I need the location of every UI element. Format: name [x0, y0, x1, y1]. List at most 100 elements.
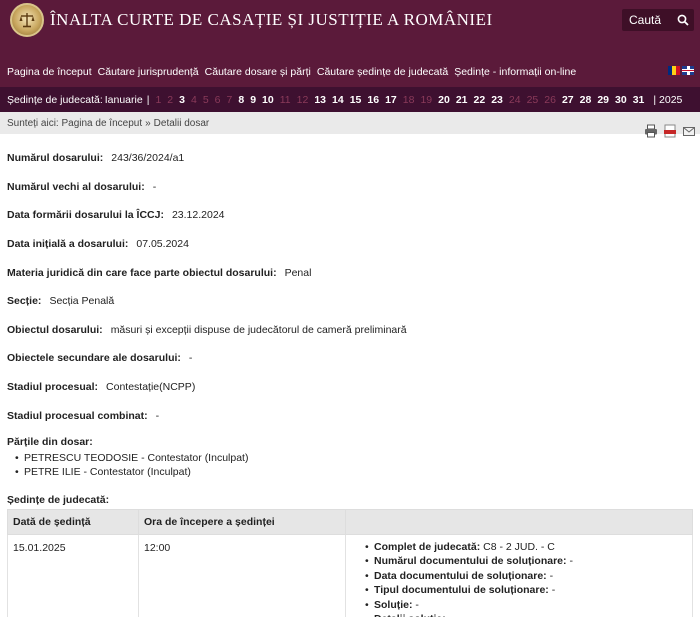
session-day-12: 12: [296, 93, 309, 106]
field-label: Obiectele secundare ale dosarului:: [7, 352, 181, 365]
party-item: PETRE ILIE - Contestator (Inculpat): [15, 465, 693, 479]
session-day-16[interactable]: 16: [367, 94, 379, 106]
session-time: 12:00: [138, 533, 346, 617]
session-day-21[interactable]: 21: [456, 94, 468, 106]
session-date: 15.01.2025: [7, 533, 139, 617]
session-day-22[interactable]: 22: [474, 94, 486, 106]
session-day-11: 11: [279, 93, 291, 106]
case-field: Obiectele secundare ale dosarului: -: [7, 344, 693, 373]
english-flag-icon[interactable]: [682, 66, 694, 75]
session-day-8[interactable]: 8: [238, 94, 244, 106]
session-day-3[interactable]: 3: [179, 94, 185, 106]
field-label: Obiectul dosarului:: [7, 323, 103, 336]
field-value: Penal: [284, 266, 312, 279]
sessions-date-bar: Ședințe de judecată: Ianuarie | 12345678…: [0, 87, 700, 112]
nav-item-search-cases[interactable]: Căutare dosare și părți: [205, 66, 311, 78]
sessions-year[interactable]: | 2025: [653, 94, 682, 106]
session-detail-value: -: [449, 613, 453, 617]
party-item: PETRESCU TEODOSIE - Contestator (Inculpa…: [15, 451, 693, 465]
session-day-26: 26: [544, 93, 556, 106]
language-flags: [668, 66, 694, 75]
case-field: Numărul dosarului: 243/36/2024/a1: [7, 144, 693, 173]
case-field: Stadiul procesual combinat: -: [7, 401, 693, 430]
sessions-month[interactable]: Ianuarie: [105, 94, 143, 106]
romanian-flag-icon[interactable]: [668, 66, 680, 75]
case-field: Secție: Secția Penală: [7, 287, 693, 316]
search-label: Caută: [629, 13, 662, 27]
case-field: Data inițială a dosarului: 07.05.2024: [7, 230, 693, 259]
session-day-24: 24: [508, 93, 521, 106]
session-detail-label: Data documentului de soluționare:: [374, 569, 547, 582]
sessions-table: Dată de ședință Ora de începere a ședinț…: [7, 508, 693, 617]
pdf-icon[interactable]: [663, 124, 677, 138]
session-day-2: 2: [167, 93, 174, 106]
session-detail-item: Complet de judecată: C8 - 2 JUD. - C: [365, 540, 687, 555]
field-label: Materia juridică din care face parte obi…: [7, 266, 277, 279]
print-icon[interactable]: [644, 124, 658, 138]
session-day-20[interactable]: 20: [438, 94, 450, 106]
session-detail-item: Tipul documentului de soluționare: -: [365, 583, 687, 598]
session-detail-label: Numărul documentului de soluționare:: [374, 555, 567, 568]
session-detail-value: -: [569, 555, 573, 568]
session-day-7: 7: [226, 93, 233, 106]
field-value: Secția Penală: [49, 295, 115, 308]
field-label: Stadiul procesual:: [7, 381, 99, 394]
session-day-27[interactable]: 27: [562, 94, 574, 106]
field-value: -: [188, 352, 193, 365]
search-icon[interactable]: [672, 9, 694, 31]
site-title[interactable]: ÎNALTA CURTE DE CASAȚIE ȘI JUSTIȚIE A RO…: [50, 10, 493, 30]
session-day-28[interactable]: 28: [580, 94, 592, 106]
field-label: Numărul vechi al dosarului:: [7, 180, 145, 193]
sessions-separator: |: [146, 93, 150, 106]
session-detail-label: Tipul documentului de soluționare:: [374, 584, 549, 597]
session-detail-label: Complet de judecată:: [374, 540, 481, 553]
session-detail-label: Soluție:: [374, 598, 413, 611]
session-day-5: 5: [202, 93, 209, 106]
nav-item-search-sessions[interactable]: Căutare ședințe de judecată: [317, 66, 448, 78]
breadcrumb-home-link[interactable]: Pagina de început: [61, 118, 142, 129]
session-detail-label: Detalii soluție:: [374, 613, 446, 617]
breadcrumb-current: Detalii dosar: [153, 117, 210, 129]
session-day-14[interactable]: 14: [332, 94, 344, 106]
nav-item-sessions-online[interactable]: Ședințe - informații on-line: [454, 66, 576, 78]
field-label: Secție:: [7, 295, 42, 308]
court-logo-icon[interactable]: [10, 3, 44, 37]
breadcrumb-arrow: »: [145, 117, 151, 129]
field-value: -: [152, 180, 157, 193]
session-day-29[interactable]: 29: [597, 94, 609, 106]
sessions-days: 1 2 3 4 5 6 7 8 9 10 11 12 13 14 15 16 17 18 19 20 21 22 23 24 2…: [155, 94, 650, 106]
field-value: măsuri și excepții dispuse de judecătoru…: [110, 323, 407, 336]
session-day-10[interactable]: 10: [262, 94, 274, 106]
field-label: Data formării dosarului la ÎCCJ:: [7, 209, 164, 222]
session-day-31[interactable]: 31: [633, 94, 645, 106]
session-day-9[interactable]: 9: [250, 94, 256, 106]
session-day-19: 19: [420, 93, 433, 106]
field-value: Contestație(NCPP): [106, 381, 196, 394]
sessions-table-header: Dată de ședință Ora de începere a ședinț…: [7, 508, 693, 535]
session-day-13[interactable]: 13: [314, 94, 326, 106]
session-day-4: 4: [190, 93, 197, 106]
sessions-bar-label: Ședințe de judecată:: [7, 93, 103, 106]
session-day-30[interactable]: 30: [615, 94, 627, 106]
session-day-23[interactable]: 23: [491, 94, 503, 106]
session-day-18: 18: [402, 93, 415, 106]
case-fields: Numărul dosarului: 243/36/2024/a1 Numărul …: [7, 144, 693, 430]
field-label: Numărul dosarului:: [7, 152, 104, 165]
nav-item-search-jurisprudence[interactable]: Căutare jurisprudență: [98, 66, 199, 78]
session-detail-value: -: [551, 584, 556, 597]
breadcrumb: Sunteți aici: Pagina de început » Detali…: [0, 112, 700, 134]
session-detail-item: Soluție: -: [365, 598, 687, 613]
parties-list: PETRESCU TEODOSIE - Contestator (Inculpa…: [7, 451, 693, 479]
nav-item-home[interactable]: Pagina de început: [7, 66, 92, 78]
search-button[interactable]: Caută: [622, 9, 694, 31]
session-day-15[interactable]: 15: [350, 94, 362, 106]
email-icon[interactable]: [682, 124, 696, 138]
session-detail-item: Detalii soluție: -: [365, 612, 687, 617]
session-detail-value: C8 - 2 JUD. - C: [483, 540, 555, 553]
case-field: Stadiul procesual: Contestație(NCPP): [7, 373, 693, 402]
field-value: -: [155, 409, 160, 422]
site-header: ÎNALTA CURTE DE CASAȚIE ȘI JUSTIȚIE A RO…: [0, 0, 700, 57]
session-day-25: 25: [526, 93, 539, 106]
session-day-17[interactable]: 17: [385, 94, 397, 106]
sessions-title: Ședințe de judecată:: [7, 493, 110, 506]
